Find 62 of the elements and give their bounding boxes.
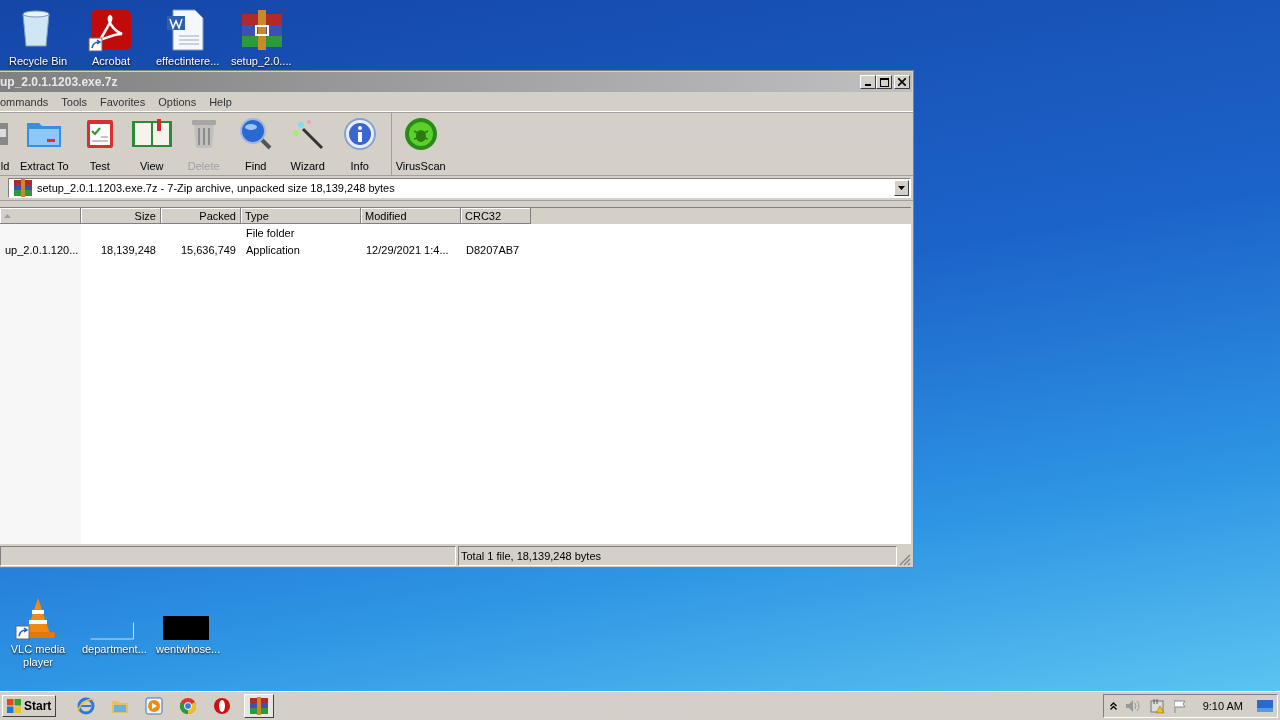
table-cell-text: Application xyxy=(245,243,301,256)
table-cell-text: File folder xyxy=(245,226,296,239)
windows-flag-icon xyxy=(6,698,22,714)
toolbar-button[interactable]: Info xyxy=(338,113,381,175)
close-button[interactable] xyxy=(894,75,910,89)
toolbar-button[interactable]: ld xyxy=(0,113,10,175)
table-cell-text: 15,636,749 xyxy=(179,243,237,256)
column-header[interactable] xyxy=(0,208,81,224)
caret-icon xyxy=(898,186,905,190)
chrome-icon xyxy=(179,697,198,715)
magnifier-icon xyxy=(238,117,273,151)
desktop-icon-label[interactable]: Acrobat xyxy=(81,55,141,68)
toolbar-button[interactable]: Extract To xyxy=(20,113,69,175)
menu-item[interactable]: Tools xyxy=(61,95,93,108)
desktop-icon-label[interactable]: Recycle Bin xyxy=(8,55,68,68)
table-cell-text: 18,139,248 xyxy=(99,243,157,256)
column-header[interactable]: CRC32 xyxy=(461,208,531,224)
bug-icon xyxy=(403,117,438,151)
toolbar-button[interactable]: View xyxy=(130,113,173,175)
table-cell-text: D8207AB7 xyxy=(465,243,521,256)
menu-item[interactable]: Favorites xyxy=(100,95,152,108)
toolbar-button[interactable]: Find xyxy=(234,113,277,175)
opera-icon xyxy=(213,697,232,715)
browser-e-icon xyxy=(77,697,96,715)
column-header[interactable]: Modified xyxy=(361,208,461,224)
flag-icon[interactable] xyxy=(1172,699,1187,713)
toolbar-button[interactable]: VirusScan xyxy=(395,113,446,175)
minimize-button[interactable] xyxy=(860,75,876,89)
dropdown-button[interactable] xyxy=(894,180,909,196)
maximize-button[interactable] xyxy=(876,75,892,89)
close-icon xyxy=(898,78,906,86)
maximize-icon xyxy=(879,77,889,87)
column-header[interactable]: Packed xyxy=(161,208,241,224)
toolbar-button[interactable]: Wizard xyxy=(286,113,329,175)
column-header[interactable]: Size xyxy=(81,208,161,224)
start-button[interactable]: Start xyxy=(2,695,57,717)
sort-arrow-icon xyxy=(4,213,11,218)
window-title: up_2.0.1.1203.exe.7z xyxy=(0,75,118,89)
network-warning-icon[interactable] xyxy=(1148,698,1165,714)
info-icon xyxy=(342,117,377,151)
table-cell-text: 12/29/2021 1:4... xyxy=(365,243,450,256)
archive-icon xyxy=(249,697,270,715)
clipboard-icon xyxy=(84,117,115,149)
chevron-up-icon[interactable] xyxy=(1109,702,1117,710)
resize-grip-icon[interactable] xyxy=(899,554,911,566)
clock[interactable]: 9:10 AM xyxy=(1202,700,1243,712)
column-header[interactable]: Type xyxy=(241,208,361,224)
play-icon xyxy=(145,697,164,715)
toolbar-button[interactable]: Test xyxy=(78,113,121,175)
book-icon xyxy=(130,117,173,149)
show-desktop-icon[interactable] xyxy=(1257,700,1273,712)
speaker-icon[interactable] xyxy=(1124,699,1141,713)
menu-item[interactable]: Options xyxy=(158,95,203,108)
menu-item[interactable]: ommands xyxy=(0,95,55,108)
status-text: Total 1 file, 18,139,248 bytes xyxy=(458,546,897,566)
address-field[interactable]: setup_2.0.1.1203.exe.7z - 7-Zip archive, unpacked size 18,139,248 bytes xyxy=(8,178,911,198)
table-cell-text: up_2.0.1.120... xyxy=(4,243,80,256)
magic-wand-icon xyxy=(290,117,325,151)
menu-item[interactable]: Help xyxy=(209,95,238,108)
taskbar-app-button[interactable] xyxy=(244,694,275,718)
desktop-icon-label[interactable]: setup_2.0.... xyxy=(231,55,291,68)
archive-icon xyxy=(13,179,33,197)
